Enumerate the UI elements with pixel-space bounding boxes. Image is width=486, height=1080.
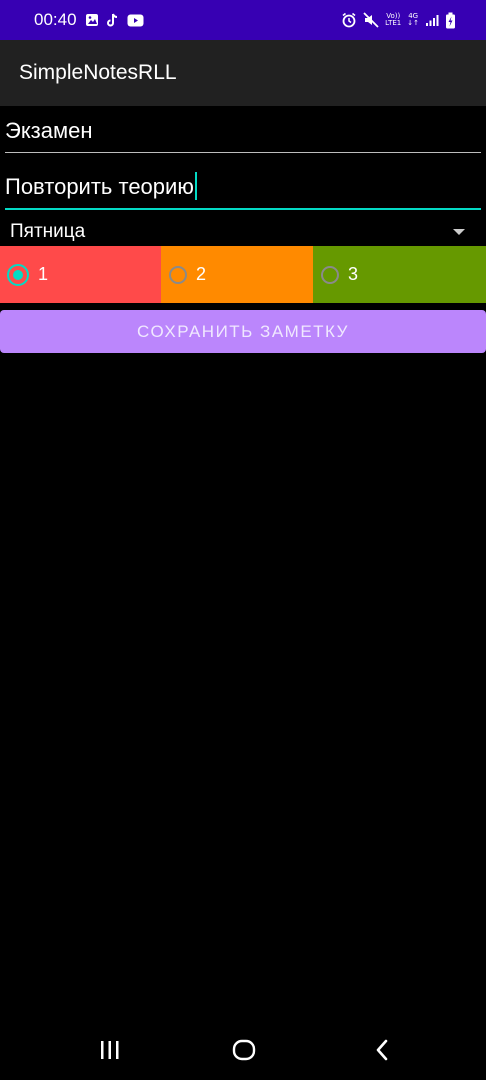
youtube-icon (127, 14, 144, 27)
home-icon[interactable] (232, 1038, 256, 1062)
priority-option-1[interactable]: 1 (0, 246, 161, 303)
navigation-bar (0, 1020, 486, 1080)
status-bar: 00:40 Vo)) LTE1 4G ↓↑ (0, 0, 486, 40)
status-time: 00:40 (34, 10, 77, 29)
app-title: SimpleNotesRLL (19, 61, 177, 84)
app-bar: SimpleNotesRLL (0, 40, 486, 106)
battery-icon (445, 12, 456, 29)
note-title-field[interactable]: Экзамен (5, 118, 481, 153)
back-icon[interactable] (370, 1038, 394, 1062)
priority-label-1: 1 (38, 264, 49, 284)
4g-icon: 4G ↓↑ (407, 13, 419, 27)
recent-apps-icon[interactable] (98, 1038, 122, 1062)
status-left: 00:40 (34, 10, 144, 30)
volte-bottom-text: LTE1 (385, 19, 402, 27)
dropdown-arrow-icon (453, 229, 465, 235)
radio-button-checked[interactable] (7, 263, 29, 286)
image-icon (85, 13, 99, 27)
radio-button-unchecked[interactable] (169, 265, 187, 284)
note-body-field[interactable]: Повторить теорию (5, 172, 481, 210)
day-spinner[interactable]: Пятница (0, 218, 486, 246)
priority-label-2: 2 (196, 264, 207, 284)
signal-icon (425, 14, 439, 27)
radio-button-unchecked[interactable] (321, 265, 339, 284)
data-arrows: ↓↑ (407, 19, 419, 27)
app-screen: 00:40 Vo)) LTE1 4G ↓↑ SimpleNotesRLL Экз… (0, 0, 486, 1080)
day-spinner-value: Пятница (10, 221, 86, 242)
status-right: Vo)) LTE1 4G ↓↑ (341, 0, 456, 40)
alarm-icon (341, 12, 357, 28)
text-cursor (194, 172, 197, 200)
priority-radio-group: 1 2 3 (0, 246, 486, 303)
priority-option-3[interactable]: 3 (313, 246, 486, 303)
priority-label-3: 3 (348, 264, 359, 284)
note-title-value: Экзамен (5, 118, 93, 143)
tiktok-icon (106, 13, 119, 27)
save-note-button[interactable]: СОХРАНИТЬ ЗАМЕТКУ (0, 310, 486, 353)
mute-icon (363, 12, 379, 28)
note-body-value: Повторить теорию (5, 174, 194, 199)
volte-icon: Vo)) LTE1 (385, 13, 401, 27)
priority-option-2[interactable]: 2 (161, 246, 313, 303)
